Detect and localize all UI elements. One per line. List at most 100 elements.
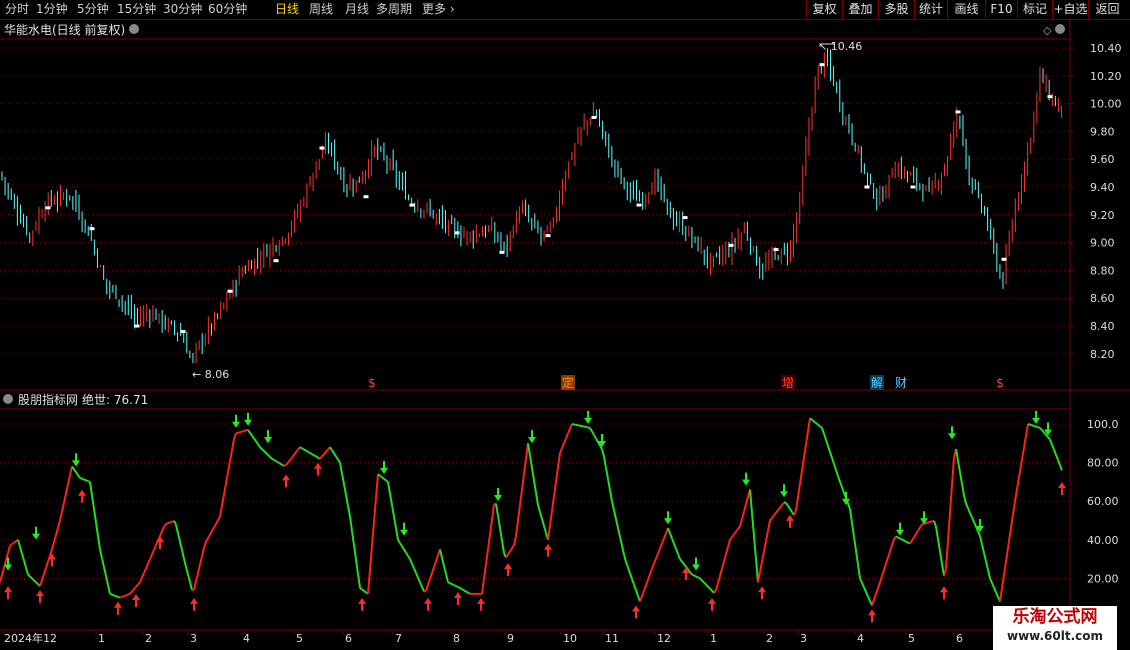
- oscillator-segment[interactable]: [85, 479, 89, 483]
- oscillator-segment[interactable]: [361, 588, 365, 592]
- oscillator-segment[interactable]: [315, 455, 319, 459]
- oscillator-segment[interactable]: [377, 473, 381, 477]
- tool-button-6[interactable]: 标记: [1017, 0, 1052, 19]
- oscillator-segment[interactable]: [805, 431, 809, 445]
- oscillator-segment[interactable]: [735, 528, 739, 533]
- oscillator-segment[interactable]: [351, 530, 355, 546]
- oscillator-segment[interactable]: [371, 521, 375, 547]
- oscillator-segment[interactable]: [865, 591, 869, 597]
- oscillator-segment[interactable]: [451, 583, 455, 587]
- oscillator-segment[interactable]: [849, 508, 853, 523]
- oscillator-segment[interactable]: [761, 551, 765, 562]
- oscillator-segment[interactable]: [885, 557, 889, 565]
- oscillator-segment[interactable]: [589, 427, 593, 432]
- oscillator-segment[interactable]: [103, 566, 107, 577]
- oscillator-segment[interactable]: [415, 572, 419, 579]
- oscillator-segment[interactable]: [483, 564, 487, 580]
- oscillator-segment[interactable]: [237, 431, 241, 434]
- oscillator-segment[interactable]: [817, 423, 821, 428]
- period-tab-6[interactable]: 日线: [275, 1, 299, 17]
- oscillator-segment[interactable]: [267, 454, 271, 458]
- oscillator-segment[interactable]: [283, 464, 287, 467]
- period-tab-1[interactable]: 1分钟: [36, 1, 68, 17]
- oscillator-segment[interactable]: [1007, 534, 1011, 549]
- oscillator-segment[interactable]: [623, 554, 627, 563]
- oscillator-segment[interactable]: [905, 540, 909, 544]
- oscillator-segment[interactable]: [229, 450, 233, 462]
- oscillator-segment[interactable]: [861, 582, 865, 588]
- oscillator-segment[interactable]: [401, 545, 405, 550]
- oscillator-segment[interactable]: [251, 435, 255, 440]
- period-tab-3[interactable]: 15分钟: [117, 1, 156, 17]
- oscillator-segment[interactable]: [1001, 574, 1005, 589]
- oscillator-segment[interactable]: [1029, 423, 1033, 427]
- oscillator-segment[interactable]: [255, 440, 259, 445]
- oscillator-segment[interactable]: [201, 547, 205, 557]
- oscillator-segment[interactable]: [379, 474, 383, 479]
- oscillator-segment[interactable]: [985, 561, 989, 571]
- oscillator-segment[interactable]: [629, 572, 633, 580]
- oscillator-segment[interactable]: [833, 463, 837, 471]
- oscillator-segment[interactable]: [945, 540, 949, 569]
- oscillator-segment[interactable]: [681, 561, 685, 565]
- oscillator-segment[interactable]: [183, 558, 187, 568]
- oscillator-segment[interactable]: [993, 587, 997, 593]
- oscillator-segment[interactable]: [671, 538, 675, 545]
- oscillator-segment[interactable]: [1017, 471, 1021, 484]
- oscillator-segment[interactable]: [339, 462, 343, 474]
- oscillator-segment[interactable]: [901, 538, 905, 542]
- oscillator-segment[interactable]: [99, 549, 103, 559]
- oscillator-segment[interactable]: [793, 509, 797, 516]
- oscillator-segment[interactable]: [121, 595, 125, 598]
- oscillator-segment[interactable]: [569, 423, 573, 430]
- oscillator-segment[interactable]: [1041, 429, 1045, 434]
- oscillator-segment[interactable]: [859, 577, 863, 584]
- oscillator-segment[interactable]: [431, 566, 435, 574]
- period-tab-0[interactable]: 分时: [5, 1, 29, 17]
- oscillator-segment[interactable]: [807, 418, 811, 432]
- oscillator-segment[interactable]: [1053, 449, 1057, 456]
- oscillator-segment[interactable]: [813, 420, 817, 424]
- tool-button-8[interactable]: 返回: [1088, 0, 1126, 19]
- oscillator-segment[interactable]: [655, 553, 659, 559]
- oscillator-segment[interactable]: [35, 581, 39, 585]
- oscillator-segment[interactable]: [1047, 436, 1051, 441]
- oscillator-segment[interactable]: [785, 502, 789, 507]
- oscillator-segment[interactable]: [983, 552, 987, 562]
- oscillator-segment[interactable]: [883, 563, 887, 571]
- oscillator-segment[interactable]: [1, 567, 5, 576]
- oscillator-segment[interactable]: [513, 535, 517, 546]
- oscillator-segment[interactable]: [749, 489, 753, 513]
- oscillator-segment[interactable]: [557, 452, 561, 468]
- candlesticks[interactable]: [1, 48, 1063, 364]
- oscillator-segment[interactable]: [721, 561, 725, 569]
- oscillator-segment[interactable]: [27, 573, 31, 578]
- oscillator-segment[interactable]: [689, 571, 693, 576]
- oscillator-segment[interactable]: [773, 512, 777, 516]
- oscillator-segment[interactable]: [381, 476, 385, 480]
- oscillator-segment[interactable]: [697, 576, 701, 580]
- oscillator-segment[interactable]: [667, 527, 671, 534]
- oscillator-segment[interactable]: [743, 504, 747, 512]
- oscillator-segment[interactable]: [295, 449, 299, 453]
- oscillator-segment[interactable]: [281, 463, 285, 467]
- oscillator-segment[interactable]: [217, 516, 221, 521]
- oscillator-segment[interactable]: [173, 520, 177, 526]
- oscillator-segment[interactable]: [455, 585, 459, 588]
- oscillator-segment[interactable]: [231, 439, 235, 451]
- oscillator-segment[interactable]: [531, 467, 535, 481]
- oscillator-segment[interactable]: [115, 595, 119, 598]
- oscillator-segment[interactable]: [937, 538, 941, 552]
- oscillator-segment[interactable]: [887, 551, 891, 558]
- oscillator-segment[interactable]: [457, 586, 461, 589]
- oscillator-segment[interactable]: [1009, 521, 1013, 535]
- oscillator-segment[interactable]: [1019, 459, 1023, 472]
- chevron-down-icon[interactable]: [1055, 24, 1065, 34]
- oscillator-segment[interactable]: [51, 541, 55, 550]
- oscillator-segment[interactable]: [323, 451, 327, 455]
- oscillator-segment[interactable]: [185, 566, 189, 575]
- oscillator-segment[interactable]: [341, 473, 345, 485]
- oscillator-segment[interactable]: [507, 550, 511, 556]
- oscillator-segment[interactable]: [423, 589, 427, 593]
- oscillator-segment[interactable]: [847, 503, 851, 510]
